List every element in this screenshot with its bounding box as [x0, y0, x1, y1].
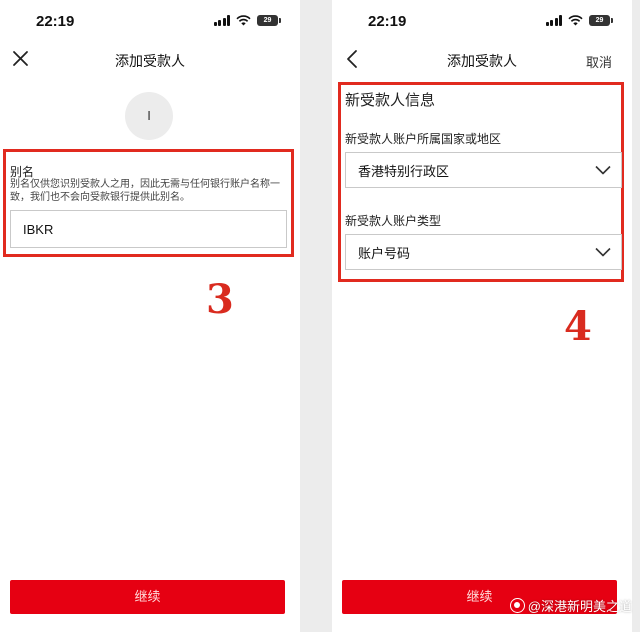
country-select[interactable]: 香港特别行政区: [345, 152, 622, 188]
continue-button[interactable]: 继续: [10, 580, 285, 614]
wifi-icon: [236, 15, 251, 26]
status-icons: 29: [545, 15, 613, 26]
step-number-3: 3: [206, 276, 234, 323]
cellular-signal-icon: [545, 15, 562, 26]
cellular-signal-icon: [213, 15, 230, 26]
alias-input-value: IBKR: [23, 221, 54, 237]
nav-bar: 添加受款人: [0, 42, 300, 76]
status-icons: 29: [213, 15, 281, 26]
chevron-down-icon: [595, 247, 611, 257]
status-time: 22:19: [36, 13, 75, 30]
alias-input[interactable]: IBKR: [10, 210, 287, 248]
status-bar: 22:19 29: [332, 0, 632, 42]
battery-icon: 29: [589, 15, 613, 26]
watermark-text: @深港新明美之道: [527, 599, 632, 614]
step-number-4: 4: [564, 303, 592, 350]
account-type-select-value: 账户号码: [358, 245, 411, 261]
right-phone-screen: 22:19 29 添加受款人 取消 新受款人信息 新受款人账户所属国家或地区 香…: [332, 0, 632, 632]
status-time: 22:19: [368, 13, 407, 30]
wifi-icon: [568, 15, 583, 26]
account-type-select[interactable]: 账户号码: [345, 234, 622, 270]
alias-hint: 别名仅供您识别受款人之用，因此无需与任何银行账户名称一致，我们也不会向受款银行提…: [10, 179, 280, 203]
watermark: @深港新明美之道: [509, 596, 632, 615]
section-title: 新受款人信息: [345, 92, 436, 109]
page-title: 添加受款人: [115, 53, 185, 69]
chevron-down-icon: [595, 165, 611, 175]
left-phone-screen: 22:19 29 添加受款人 I 别名 别名仅供您识别受款人之用，因此无需与任何…: [0, 0, 300, 632]
watermark-logo-icon: [509, 598, 525, 613]
battery-icon: 29: [257, 15, 281, 26]
nav-bar: 添加受款人 取消: [332, 42, 632, 76]
avatar: I: [125, 92, 173, 140]
status-bar: 22:19 29: [0, 0, 300, 42]
cancel-button[interactable]: 取消: [586, 52, 612, 71]
account-type-label: 新受款人账户类型: [345, 214, 442, 228]
country-label: 新受款人账户所属国家或地区: [345, 132, 502, 146]
country-select-value: 香港特别行政区: [358, 163, 450, 179]
